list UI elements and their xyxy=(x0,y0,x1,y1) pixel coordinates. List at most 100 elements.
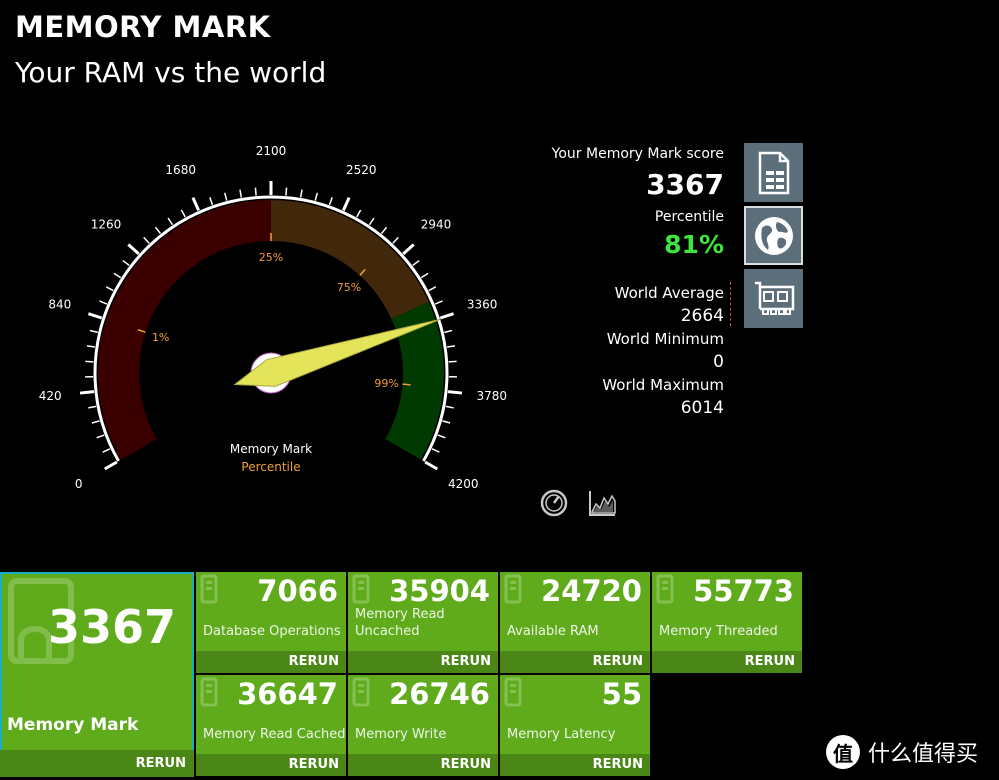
ram-background-icon xyxy=(504,574,522,604)
page-title: MEMORY MARK xyxy=(15,10,271,44)
chart-view-icon[interactable] xyxy=(587,488,617,518)
score-value: 3367 xyxy=(646,168,724,201)
rerun-button-memory-mark[interactable]: RERUN xyxy=(0,750,194,777)
tile-available-ram[interactable]: 24720 Available RAM RERUN xyxy=(500,572,650,673)
tile-memory-latency[interactable]: 55 Memory Latency RERUN xyxy=(500,675,650,776)
minor-tick xyxy=(444,329,453,334)
tile-memory-threaded[interactable]: 55773 Memory Threaded RERUN xyxy=(652,572,802,673)
minor-tick xyxy=(299,189,303,198)
tile-label: Memory Threaded xyxy=(659,624,778,639)
memory-mark-gauge: 042084012601680210025202940336037804200 … xyxy=(39,144,508,491)
gauge-tick-label: 2520 xyxy=(346,163,377,177)
major-tick xyxy=(447,390,463,395)
gauge-view-icon[interactable] xyxy=(539,488,569,518)
major-tick xyxy=(127,243,140,256)
rerun-button[interactable]: RERUN xyxy=(652,651,802,673)
tile-memory-read-uncached[interactable]: 35904 Memory Read Uncached RERUN xyxy=(348,572,498,673)
minor-tick xyxy=(446,345,456,348)
gauge-tick-label: 840 xyxy=(48,297,71,311)
gauge-tick-label: 4200 xyxy=(448,477,479,491)
minor-tick xyxy=(368,217,375,226)
ram-module-icon[interactable] xyxy=(744,269,803,328)
rerun-button[interactable]: RERUN xyxy=(500,754,650,776)
tile-label: Database Operations xyxy=(203,624,341,639)
minor-tick xyxy=(113,272,122,279)
tile-memory-read-cached[interactable]: 36647 Memory Read Cached RERUN xyxy=(196,675,346,776)
minor-tick xyxy=(380,226,388,234)
world-minimum-value: 0 xyxy=(713,352,724,372)
rerun-button[interactable]: RERUN xyxy=(348,754,498,776)
watermark-logo: 值 xyxy=(826,735,860,769)
minor-tick xyxy=(102,448,111,453)
ram-background-icon xyxy=(504,677,522,707)
ram-background-icon xyxy=(200,677,218,707)
tile-database-operations[interactable]: 7066 Database Operations RERUN xyxy=(196,572,346,673)
tile-label: Memory Latency xyxy=(507,727,616,742)
tile-value: 55773 xyxy=(693,574,794,608)
ram-background-icon xyxy=(200,574,218,604)
minor-tick xyxy=(143,236,150,244)
minor-tick xyxy=(448,360,457,363)
rerun-button[interactable]: RERUN xyxy=(348,651,498,673)
score-label: Your Memory Mark score xyxy=(551,146,724,162)
minor-tick xyxy=(328,197,333,206)
percentile-tick xyxy=(402,383,411,386)
percentile-label: 25% xyxy=(259,251,283,264)
major-tick xyxy=(191,196,200,211)
minor-tick xyxy=(254,187,257,196)
percentile-label: 1% xyxy=(152,331,169,344)
watermark: 值 什么值得买 xyxy=(826,735,978,769)
tile-memory-write[interactable]: 26746 Memory Write RERUN xyxy=(348,675,498,776)
memory-mark-tile[interactable]: 3367 Memory Mark RERUN xyxy=(0,572,194,777)
gauge-center-label: Memory Mark xyxy=(230,442,312,456)
gauge-zone-0 xyxy=(97,200,271,460)
tile-value: 7066 xyxy=(257,574,338,608)
minor-tick xyxy=(122,259,130,266)
memory-mark-value: 3367 xyxy=(47,600,176,654)
minor-tick xyxy=(209,197,214,206)
world-maximum-label: World Maximum xyxy=(602,376,724,394)
tile-value: 24720 xyxy=(541,574,642,608)
percentile-label: 99% xyxy=(374,377,398,390)
rerun-button[interactable]: RERUN xyxy=(196,754,346,776)
minor-tick xyxy=(85,360,94,363)
gauge-tick-label: 1680 xyxy=(165,163,196,177)
minor-tick xyxy=(89,329,98,334)
average-divider xyxy=(730,282,731,326)
minor-tick xyxy=(314,192,318,201)
rerun-button[interactable]: RERUN xyxy=(500,651,650,673)
minor-tick xyxy=(224,192,228,201)
minor-tick xyxy=(86,345,96,348)
percentile-value: 81% xyxy=(664,230,724,259)
minor-tick xyxy=(392,236,399,244)
rerun-button[interactable]: RERUN xyxy=(196,651,346,673)
page-subtitle: Your RAM vs the world xyxy=(15,56,327,89)
percentile-label: Percentile xyxy=(654,209,724,225)
minor-tick xyxy=(431,448,440,453)
watermark-text: 什么值得买 xyxy=(868,742,979,767)
gauge-tick-label: 3360 xyxy=(467,297,498,311)
minor-tick xyxy=(105,286,114,292)
tile-value: 36647 xyxy=(237,677,338,711)
document-list-icon[interactable] xyxy=(744,143,803,202)
minor-tick xyxy=(91,420,100,424)
minor-tick xyxy=(420,272,429,279)
memory-mark-label: Memory Mark xyxy=(7,715,139,735)
major-tick xyxy=(79,390,95,395)
gauge-tick-label: 0 xyxy=(75,477,83,491)
world-minimum-label: World Minimum xyxy=(606,330,724,348)
tile-value: 35904 xyxy=(389,574,490,608)
minor-tick xyxy=(96,434,105,439)
tile-label: Memory Read Cached xyxy=(203,727,346,742)
minor-tick xyxy=(167,217,174,226)
globe-icon[interactable] xyxy=(744,206,803,265)
world-maximum-value: 6014 xyxy=(680,398,724,418)
gauge-tick-label: 3780 xyxy=(477,389,508,403)
minor-tick xyxy=(239,189,243,198)
gauge-tick-label: 420 xyxy=(39,389,62,403)
minor-tick xyxy=(154,226,162,234)
tile-label: Memory Write xyxy=(355,727,447,742)
major-tick xyxy=(87,312,103,320)
tile-value: 55 xyxy=(601,677,642,711)
minor-tick xyxy=(442,420,451,424)
